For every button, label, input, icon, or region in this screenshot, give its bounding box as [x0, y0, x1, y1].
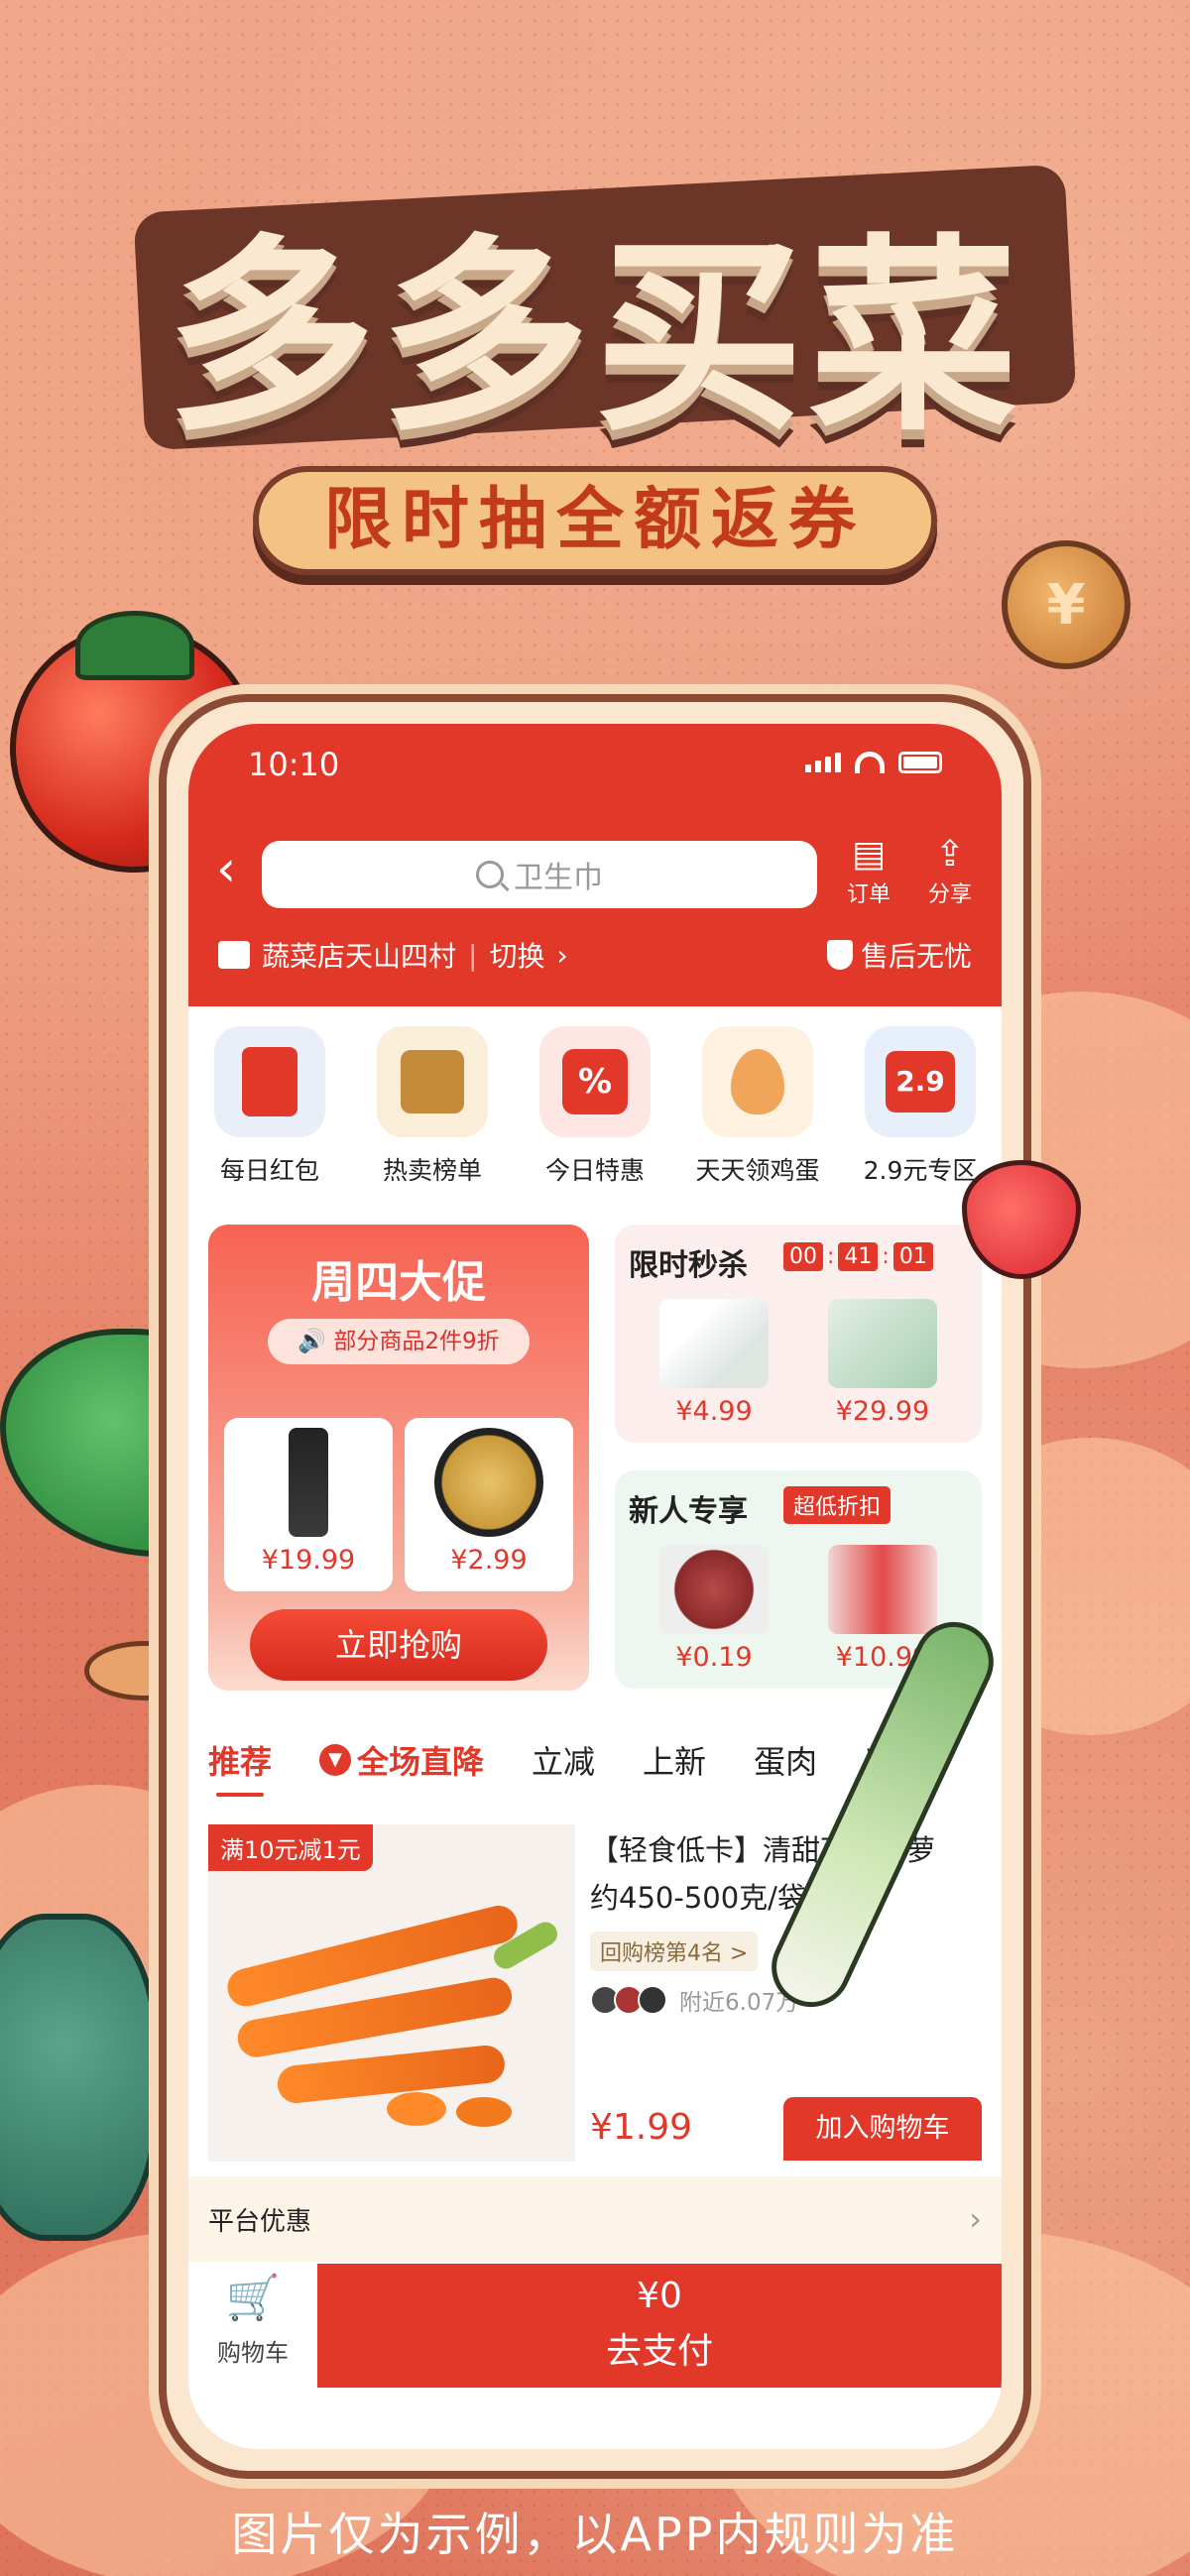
search-icon	[476, 861, 504, 888]
after-sales-label: 售后无忧	[860, 940, 972, 973]
new-user-item[interactable]: ¥0.19	[635, 1545, 793, 1673]
broccoli-illustration	[0, 1914, 159, 2241]
share-button[interactable]: ⇪ 分享	[918, 833, 982, 908]
shield-icon	[826, 940, 853, 970]
tab-new[interactable]: 上新	[643, 1737, 706, 1783]
tab-discount[interactable]: 立减	[532, 1737, 595, 1783]
rank-badge[interactable]: 回购榜第4名 >	[590, 1932, 759, 1971]
egg-icon	[702, 1026, 813, 1137]
store-icon	[218, 941, 250, 969]
status-bar: 10:10	[188, 724, 1002, 803]
cart-button[interactable]: 🛒 购物车	[188, 2264, 317, 2388]
phone-frame: 10:10 ‹ 卫生巾 ▤ 订单 ⇪ 分享 蔬菜店天山四村 | 切换 › 售后无…	[159, 694, 1031, 2479]
back-icon[interactable]: ‹	[216, 841, 236, 896]
discount-badge: 满10元减1元	[208, 1824, 373, 1871]
percent-tag-icon: %	[539, 1026, 651, 1137]
flash-sale-item[interactable]: ¥29.99	[803, 1299, 962, 1427]
category-today-deals[interactable]: % 今日特惠	[521, 1026, 669, 1205]
tab-eggs-meat[interactable]: 蛋肉	[754, 1737, 817, 1783]
nearby-buyers: 附近6.07万	[590, 1983, 798, 2017]
nav-bar: ‹ 卫生巾 ▤ 订单 ⇪ 分享	[188, 833, 1002, 912]
chevron-right-icon: ›	[969, 2200, 982, 2238]
promo-item[interactable]: ¥19.99	[224, 1418, 393, 1591]
meat-image	[659, 1545, 769, 1634]
share-label: 分享	[927, 882, 972, 907]
platform-discount-row[interactable]: 平台优惠 ›	[188, 2176, 1002, 2262]
potato-image	[434, 1428, 543, 1537]
promo-title: 周四大促	[311, 1257, 486, 1308]
product-price: ¥1.99	[590, 2107, 693, 2148]
category-grid: 每日红包 热卖榜单 % 今日特惠 天天领鸡蛋 2.9 2.9元专区	[188, 1026, 1002, 1205]
search-input[interactable]: 卫生巾	[262, 841, 817, 908]
poster-subtitle: 限时抽全额返券	[253, 466, 937, 575]
drinks-image	[828, 1545, 937, 1634]
checkout-bar: 🛒 购物车 ¥0 去支付	[188, 2264, 1002, 2388]
carrot-image	[208, 1824, 575, 2162]
pay-button[interactable]: ¥0 去支付	[317, 2264, 1002, 2388]
countdown-timer: 00:41:01	[783, 1242, 933, 1271]
flash-sale-panel[interactable]: 限时秒杀 00:41:01 ¥4.99 ¥29.99	[615, 1225, 982, 1443]
tag-icon: ▼	[319, 1744, 352, 1776]
battery-icon	[898, 752, 942, 773]
speaker-icon: 🔊	[298, 1329, 327, 1354]
search-placeholder: 卫生巾	[514, 861, 603, 895]
cart-icon: 🛒	[225, 2273, 281, 2323]
coin-illustration: ¥	[1002, 540, 1130, 669]
fish-image	[659, 1299, 769, 1388]
flash-sale-item[interactable]: ¥4.99	[635, 1299, 793, 1427]
product-box-image	[828, 1299, 937, 1388]
new-user-title: 新人专享	[629, 1494, 748, 1529]
store-bar: 蔬菜店天山四村 | 切换 › 售后无忧	[188, 927, 1002, 987]
platform-discount-label: 平台优惠	[208, 2206, 312, 2237]
product-title: 【轻食低卡】清甜可口胡萝 约450-500克/袋 J	[590, 1833, 936, 1915]
add-to-cart-button[interactable]: 加入购物车	[783, 2097, 982, 2161]
buy-now-button[interactable]: 立即抢购	[250, 1609, 547, 1681]
poster-title: 多多买菜	[166, 216, 1023, 459]
avatar	[638, 1985, 667, 2015]
after-sales-badge[interactable]: 售后无忧	[826, 935, 972, 975]
status-icons	[805, 752, 942, 773]
soy-sauce-image	[289, 1428, 328, 1537]
chevron-right-icon: ›	[556, 938, 568, 972]
app-screen: 10:10 ‹ 卫生巾 ▤ 订单 ⇪ 分享 蔬菜店天山四村 | 切换 › 售后无…	[188, 724, 1002, 2449]
tab-price-drop[interactable]: ▼ 全场直降	[319, 1737, 484, 1783]
store-switcher[interactable]: 蔬菜店天山四村 | 切换 ›	[218, 935, 568, 975]
category-daily-red-envelope[interactable]: 每日红包	[195, 1026, 344, 1205]
store-switch-label: 切换	[489, 940, 545, 973]
pay-amount: ¥0	[637, 2276, 682, 2316]
poster-title-block: 多多买菜	[99, 149, 1091, 466]
orders-icon: ▤	[851, 834, 886, 875]
orders-button[interactable]: ▤ 订单	[837, 833, 900, 908]
disclaimer: 图片仅为示例，以APP内规则为准	[231, 2508, 959, 2561]
category-hot-ranking[interactable]: 热卖榜单	[358, 1026, 507, 1205]
signal-icon	[805, 753, 841, 772]
category-daily-eggs[interactable]: 天天领鸡蛋	[683, 1026, 832, 1205]
tab-recommend[interactable]: 推荐	[208, 1737, 272, 1797]
red-envelope-icon	[214, 1026, 325, 1137]
promo-item[interactable]: ¥2.99	[405, 1418, 573, 1591]
store-name: 蔬菜店天山四村	[262, 940, 457, 973]
wifi-icon	[855, 752, 885, 773]
header: 10:10 ‹ 卫生巾 ▤ 订单 ⇪ 分享 蔬菜店天山四村 | 切换 › 售后无…	[188, 724, 1002, 1006]
pay-label: 去支付	[605, 2331, 713, 2372]
shopping-bag-icon: 2.9	[865, 1026, 976, 1137]
share-icon: ⇪	[934, 834, 966, 875]
flash-sale-title: 限时秒杀	[629, 1248, 748, 1283]
new-user-tag: 超低折扣	[783, 1486, 892, 1524]
ranking-icon	[377, 1026, 488, 1137]
promo-subtitle: 🔊 部分商品2件9折	[268, 1319, 530, 1364]
cart-label: 购物车	[217, 2339, 289, 2367]
status-time: 10:10	[248, 746, 340, 783]
category-2-9-yuan[interactable]: 2.9 2.9元专区	[846, 1026, 995, 1205]
orders-label: 订单	[846, 882, 891, 907]
thursday-promo-card[interactable]: 周四大促 🔊 部分商品2件9折 ¥19.99 ¥2.99 立即抢购	[208, 1225, 589, 1691]
